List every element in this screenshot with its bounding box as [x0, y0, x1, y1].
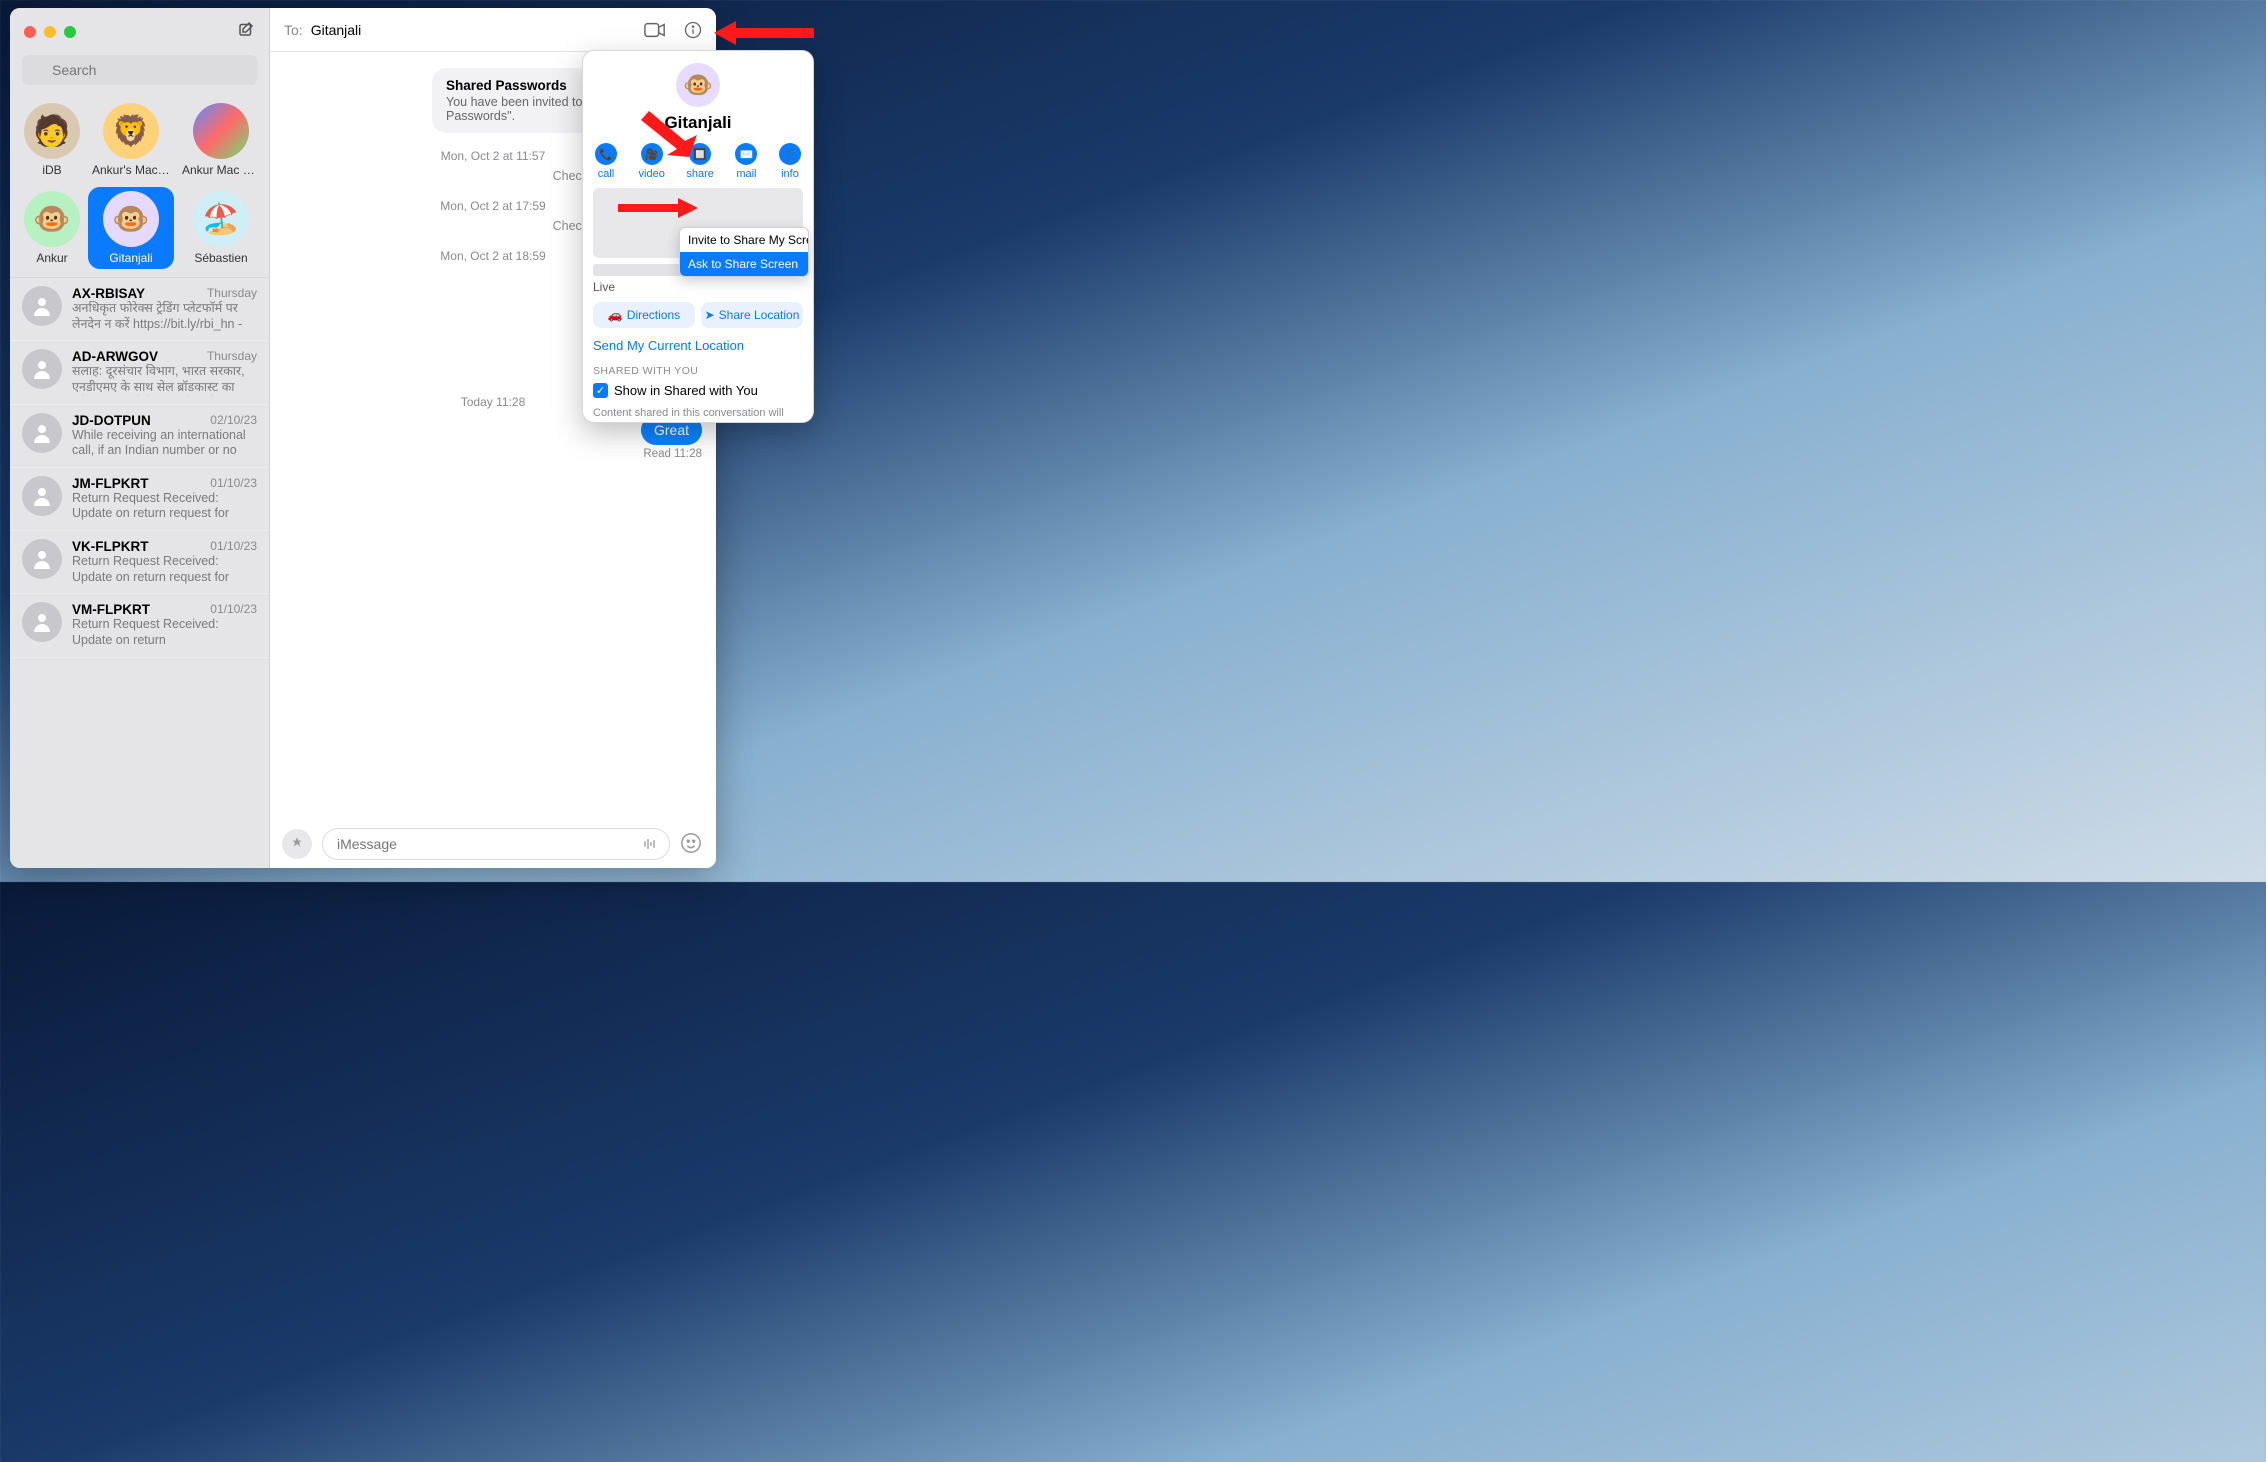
action-label: mail: [736, 168, 756, 180]
conversation-time: 01/10/23: [210, 476, 257, 491]
conversation-time: Thursday: [207, 349, 257, 364]
search-input[interactable]: [22, 55, 257, 85]
conversation-preview: अनधिकृत फोरेक्स ट्रेडिंग प्लेटफॉर्म पर ल…: [72, 301, 257, 332]
pinned-conversations: 🧑 iDB 🦁 Ankur's MacBook Ankur Mac mini 🐵 Ankur…: [10, 95, 269, 277]
live-label: Live: [593, 280, 803, 294]
conversation-row[interactable]: JM-FLPKRT 01/10/23Return Request Received…: [10, 468, 269, 531]
avatar: [22, 349, 62, 389]
action-label: call: [598, 168, 615, 180]
pinned-conversation[interactable]: 🦁 Ankur's MacBook: [88, 99, 174, 181]
pinned-label: Ankur's MacBook: [92, 163, 170, 177]
avatar: [22, 413, 62, 453]
dictation-icon[interactable]: [642, 836, 658, 857]
conversation-preview: Return Request Received: Update on retur…: [72, 491, 257, 522]
details-popover: 🐵 Gitanjali 📞call🎥video🔲share✉️mail👤info…: [582, 50, 814, 423]
section-header: Shared with You: [593, 365, 803, 377]
conversation-preview: While receiving an international call, i…: [72, 428, 257, 459]
conversation-time: Thursday: [207, 286, 257, 301]
conversation-row[interactable]: VK-FLPKRT 01/10/23Return Request Received…: [10, 531, 269, 594]
recipient-name: Gitanjali: [311, 22, 362, 38]
conversation-header: To: Gitanjali: [270, 8, 716, 52]
conversation-time: 01/10/23: [210, 539, 257, 554]
minimize-window[interactable]: [44, 26, 56, 38]
close-window[interactable]: [24, 26, 36, 38]
pinned-conversation[interactable]: 🏖️ Sébastien: [178, 187, 264, 269]
invite-share-my-screen[interactable]: Invite to Share My Screen: [680, 228, 808, 252]
to-label: To:: [284, 22, 303, 38]
avatar: 🦁: [103, 103, 159, 159]
action-label: info: [781, 168, 799, 180]
directions-button[interactable]: 🚗Directions: [593, 302, 695, 328]
pinned-label: Sébastien: [194, 251, 247, 265]
shared-content-description: Content shared in this conversation will…: [593, 406, 803, 423]
pinned-label: Gitanjali: [109, 251, 152, 265]
action-label: share: [686, 168, 714, 180]
emoji-picker[interactable]: [680, 832, 704, 856]
apps-button[interactable]: [282, 829, 312, 859]
conversation-name: VM-FLPKRT: [72, 602, 150, 617]
avatar: 🏖️: [193, 191, 249, 247]
compose-button[interactable]: [237, 20, 255, 43]
conversation-name: AX-RBISAY: [72, 286, 145, 301]
call-action[interactable]: 📞 call: [595, 143, 617, 180]
pinned-conversation[interactable]: 🐵 Gitanjali: [88, 187, 174, 269]
composer: [270, 820, 716, 868]
mail-action[interactable]: ✉️ mail: [735, 143, 757, 180]
avatar: [193, 103, 249, 159]
pinned-label: Ankur Mac mini: [182, 163, 260, 177]
annotation-arrow: [618, 196, 698, 220]
conversation-row[interactable]: JD-DOTPUN 02/10/23While receiving an inte…: [10, 405, 269, 468]
call-icon: 📞: [595, 143, 617, 165]
pinned-conversation[interactable]: 🐵 Ankur: [20, 187, 84, 269]
zoom-window[interactable]: [64, 26, 76, 38]
avatar: [22, 539, 62, 579]
annotation-arrow: [714, 18, 814, 48]
conversation-time: 02/10/23: [210, 413, 257, 428]
ask-to-share-screen[interactable]: Ask to Share Screen: [680, 252, 808, 276]
avatar: [22, 602, 62, 642]
conversation-row[interactable]: AX-RBISAY Thursdayअनधिकृत फोरेक्स ट्रेडिं…: [10, 278, 269, 341]
sidebar: 🧑 iDB 🦁 Ankur's MacBook Ankur Mac mini 🐵 Ankur…: [10, 8, 270, 868]
annotation-arrow: [629, 107, 699, 157]
conversation-row[interactable]: VM-FLPKRT 01/10/23Return Request Received…: [10, 594, 269, 657]
share-dropdown: Invite to Share My Screen Ask to Share S…: [679, 227, 809, 277]
mail-icon: ✉️: [735, 143, 757, 165]
avatar: [22, 476, 62, 516]
conversation-name: VK-FLPKRT: [72, 539, 149, 554]
conversation-name: JD-DOTPUN: [72, 413, 151, 428]
facetime-button[interactable]: [644, 22, 666, 38]
conversation-preview: Return Request Received: Update on retur…: [72, 617, 257, 648]
conversation-preview: Return Request Received: Update on retur…: [72, 554, 257, 585]
avatar: [22, 286, 62, 326]
conversation-name: JM-FLPKRT: [72, 476, 149, 491]
message-input[interactable]: [322, 828, 670, 860]
pinned-conversation[interactable]: 🧑 iDB: [20, 99, 84, 181]
info-button[interactable]: [684, 21, 702, 39]
avatar: 🐵: [24, 191, 80, 247]
pinned-conversation[interactable]: Ankur Mac mini: [178, 99, 264, 181]
action-label: video: [639, 168, 665, 180]
send-current-location[interactable]: Send My Current Location: [593, 338, 803, 353]
avatar: 🧑: [24, 103, 80, 159]
info-icon: 👤: [779, 143, 801, 165]
conversation-time: 01/10/23: [210, 602, 257, 617]
conversation-preview: सलाह: दूरसंचार विभाग, भारत सरकार, एनडीएम…: [72, 364, 257, 395]
conversation-row[interactable]: AD-ARWGOV Thursdayसलाह: दूरसंचार विभाग, भ…: [10, 341, 269, 404]
window-controls: [10, 8, 269, 51]
contact-avatar: 🐵: [676, 63, 720, 107]
conversation-list: AX-RBISAYThursdayअनधिकृत फोरेक्स ट्रेडिं…: [10, 277, 269, 868]
checkbox-checked-icon: ✓: [593, 383, 608, 398]
read-receipt: Read 11:28: [284, 448, 702, 460]
pinned-label: Ankur: [36, 251, 67, 265]
share-location-button[interactable]: ➤Share Location: [701, 302, 803, 328]
show-in-shared-with-you-row[interactable]: ✓ Show in Shared with You: [593, 383, 803, 398]
conversation-name: AD-ARWGOV: [72, 349, 158, 364]
avatar: 🐵: [103, 191, 159, 247]
pinned-label: iDB: [42, 163, 61, 177]
info-action[interactable]: 👤 info: [779, 143, 801, 180]
